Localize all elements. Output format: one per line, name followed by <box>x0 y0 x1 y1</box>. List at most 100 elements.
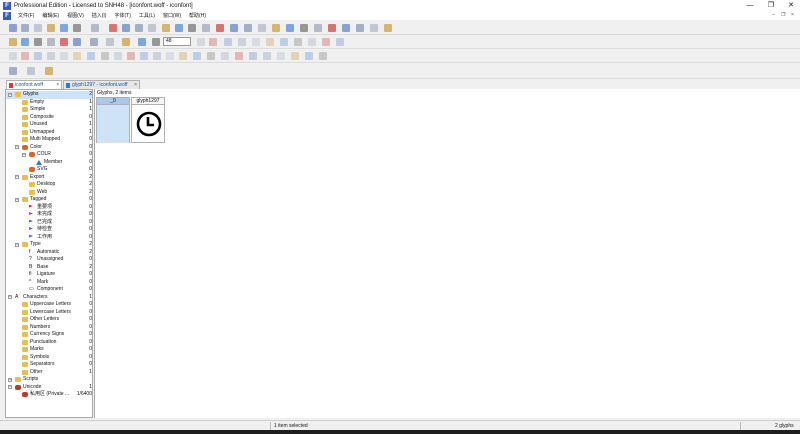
toolbar-button[interactable] <box>147 23 157 33</box>
tree-item-14[interactable]: − Tagged 0 <box>6 196 92 204</box>
collapse-icon[interactable]: − <box>8 92 12 97</box>
toolbar-button[interactable] <box>90 23 100 33</box>
toolbar-button[interactable] <box>72 23 82 33</box>
toolbar-button[interactable] <box>165 51 175 61</box>
tree-item-33[interactable]: Punctuation 0 <box>6 339 92 347</box>
tree-item-1[interactable]: Empty 1 <box>6 99 92 107</box>
tree-item-0[interactable]: − Glyphs 2 <box>6 91 92 99</box>
toolbar-button[interactable] <box>59 51 69 61</box>
toolbar-button[interactable] <box>33 23 43 33</box>
menu-insert[interactable]: 插入(I) <box>88 12 111 19</box>
collapse-icon[interactable]: − <box>15 197 19 202</box>
toolbar-button[interactable] <box>139 51 149 61</box>
toolbar-button[interactable] <box>276 51 286 61</box>
toolbar-button[interactable] <box>237 37 247 47</box>
toolbar-button[interactable] <box>72 37 82 47</box>
toolbar-button[interactable] <box>113 51 123 61</box>
toolbar-button[interactable] <box>208 37 218 47</box>
tree-item-27[interactable]: − A Characters 1 <box>6 294 92 302</box>
collapse-icon[interactable]: − <box>22 152 26 157</box>
tree-item-19[interactable]: 工作用 0 <box>6 234 92 242</box>
toolbar-button[interactable] <box>262 51 272 61</box>
toolbar-button[interactable] <box>327 23 337 33</box>
toolbar-button[interactable] <box>174 23 184 33</box>
toolbar-button[interactable] <box>251 37 261 47</box>
tree-item-15[interactable]: 重要项 0 <box>6 204 92 212</box>
toolbar-button[interactable] <box>215 23 225 33</box>
expand-icon[interactable]: + <box>8 377 12 382</box>
tree-item-24[interactable]: fi Ligature 0 <box>6 271 92 279</box>
tree-item-12[interactable]: Desktop 2 <box>6 181 92 189</box>
toolbar-button[interactable] <box>8 51 18 61</box>
toolbar-button[interactable] <box>248 51 258 61</box>
toolbar-button[interactable] <box>257 23 267 33</box>
toolbar-button[interactable] <box>383 23 393 33</box>
toolbar-button[interactable] <box>137 37 147 47</box>
tree-item-20[interactable]: − Type 2 <box>6 241 92 249</box>
toolbar-button[interactable] <box>318 51 328 61</box>
toolbar-button[interactable] <box>196 37 206 47</box>
toolbar-button[interactable] <box>46 23 56 33</box>
mdi-minimize-button[interactable]: – <box>772 11 775 20</box>
toolbar-button[interactable] <box>234 51 244 61</box>
maximize-button[interactable]: ❐ <box>762 0 780 11</box>
toolbar-button[interactable] <box>355 23 365 33</box>
tree-item-9[interactable]: Member 0 <box>6 159 92 167</box>
tree-item-29[interactable]: Lowercase Letters 0 <box>6 309 92 317</box>
toolbar-button[interactable] <box>285 23 295 33</box>
toolbar-button[interactable] <box>20 23 30 33</box>
toolbar-button[interactable] <box>223 37 233 47</box>
glyph-grid[interactable]: Glyphs, 2 items _0 glyph1297 <box>94 89 800 418</box>
category-tree[interactable]: − Glyphs 2 Empty 1 Simple 1 Composite 0 Unused 1 Un… <box>5 89 93 418</box>
toolbar-button[interactable] <box>126 51 136 61</box>
toolbar-button[interactable] <box>105 37 115 47</box>
mdi-close-button[interactable]: × <box>791 11 794 20</box>
toolbar-button[interactable] <box>46 37 56 47</box>
toolbar-button[interactable] <box>192 51 202 61</box>
tree-item-40[interactable]: 私用区 (Private ... 1/6400 <box>6 391 92 399</box>
tree-item-38[interactable]: + Scripts <box>6 376 92 384</box>
toolbar-button[interactable] <box>299 23 309 33</box>
collapse-icon[interactable]: − <box>8 295 12 299</box>
toolbar-button[interactable] <box>72 51 82 61</box>
tree-item-34[interactable]: Marks 0 <box>6 346 92 354</box>
glyph-cell-1[interactable]: glyph1297 <box>131 97 165 143</box>
toolbar-button[interactable] <box>369 23 379 33</box>
toolbar-button[interactable] <box>290 51 300 61</box>
toolbar-button[interactable] <box>8 37 18 47</box>
mdi-restore-button[interactable]: ❐ <box>781 11 785 20</box>
toolbar-button[interactable] <box>178 51 188 61</box>
tree-item-35[interactable]: Symbols 0 <box>6 354 92 362</box>
tree-item-2[interactable]: Simple 1 <box>6 106 92 114</box>
tree-item-28[interactable]: Uppercase Letters 0 <box>6 301 92 309</box>
tree-item-13[interactable]: Web 2 <box>6 189 92 197</box>
glyph-cell-0[interactable]: _0 <box>96 97 130 143</box>
toolbar-button[interactable] <box>33 37 43 47</box>
toolbar-button[interactable] <box>321 37 331 47</box>
tab-glyph1297[interactable]: glyph1297 - iconfont.woff × <box>63 80 140 89</box>
toolbar-button[interactable] <box>307 37 317 47</box>
toolbar-button[interactable] <box>59 37 69 47</box>
menu-help[interactable]: 帮助(H) <box>185 12 210 19</box>
tree-item-22[interactable]: ? Unassigned 0 <box>6 256 92 264</box>
toolbar-button[interactable] <box>26 66 36 76</box>
tree-item-7[interactable]: − Color 0 <box>6 144 92 152</box>
toolbar-button[interactable] <box>59 23 69 33</box>
toolbar-button[interactable] <box>335 37 345 47</box>
toolbar-button[interactable] <box>20 37 30 47</box>
tree-item-16[interactable]: 未完成 0 <box>6 211 92 219</box>
close-button[interactable]: ✕ <box>782 0 800 11</box>
toolbar-button[interactable] <box>151 37 161 47</box>
tree-item-21[interactable]: f Automatic 2 <box>6 249 92 257</box>
toolbar-button[interactable] <box>33 51 43 61</box>
minimize-button[interactable]: — <box>741 0 759 11</box>
toolbar-button[interactable] <box>134 23 144 33</box>
toolbar-button[interactable] <box>265 37 275 47</box>
collapse-icon[interactable]: − <box>15 175 19 179</box>
toolbar-button[interactable] <box>229 23 239 33</box>
menu-view[interactable]: 视图(V) <box>63 12 88 19</box>
menu-window[interactable]: 窗口(W) <box>159 12 185 19</box>
toolbar-button[interactable] <box>271 23 281 33</box>
toolbar-button[interactable] <box>313 23 323 33</box>
toolbar-button[interactable] <box>121 37 131 47</box>
